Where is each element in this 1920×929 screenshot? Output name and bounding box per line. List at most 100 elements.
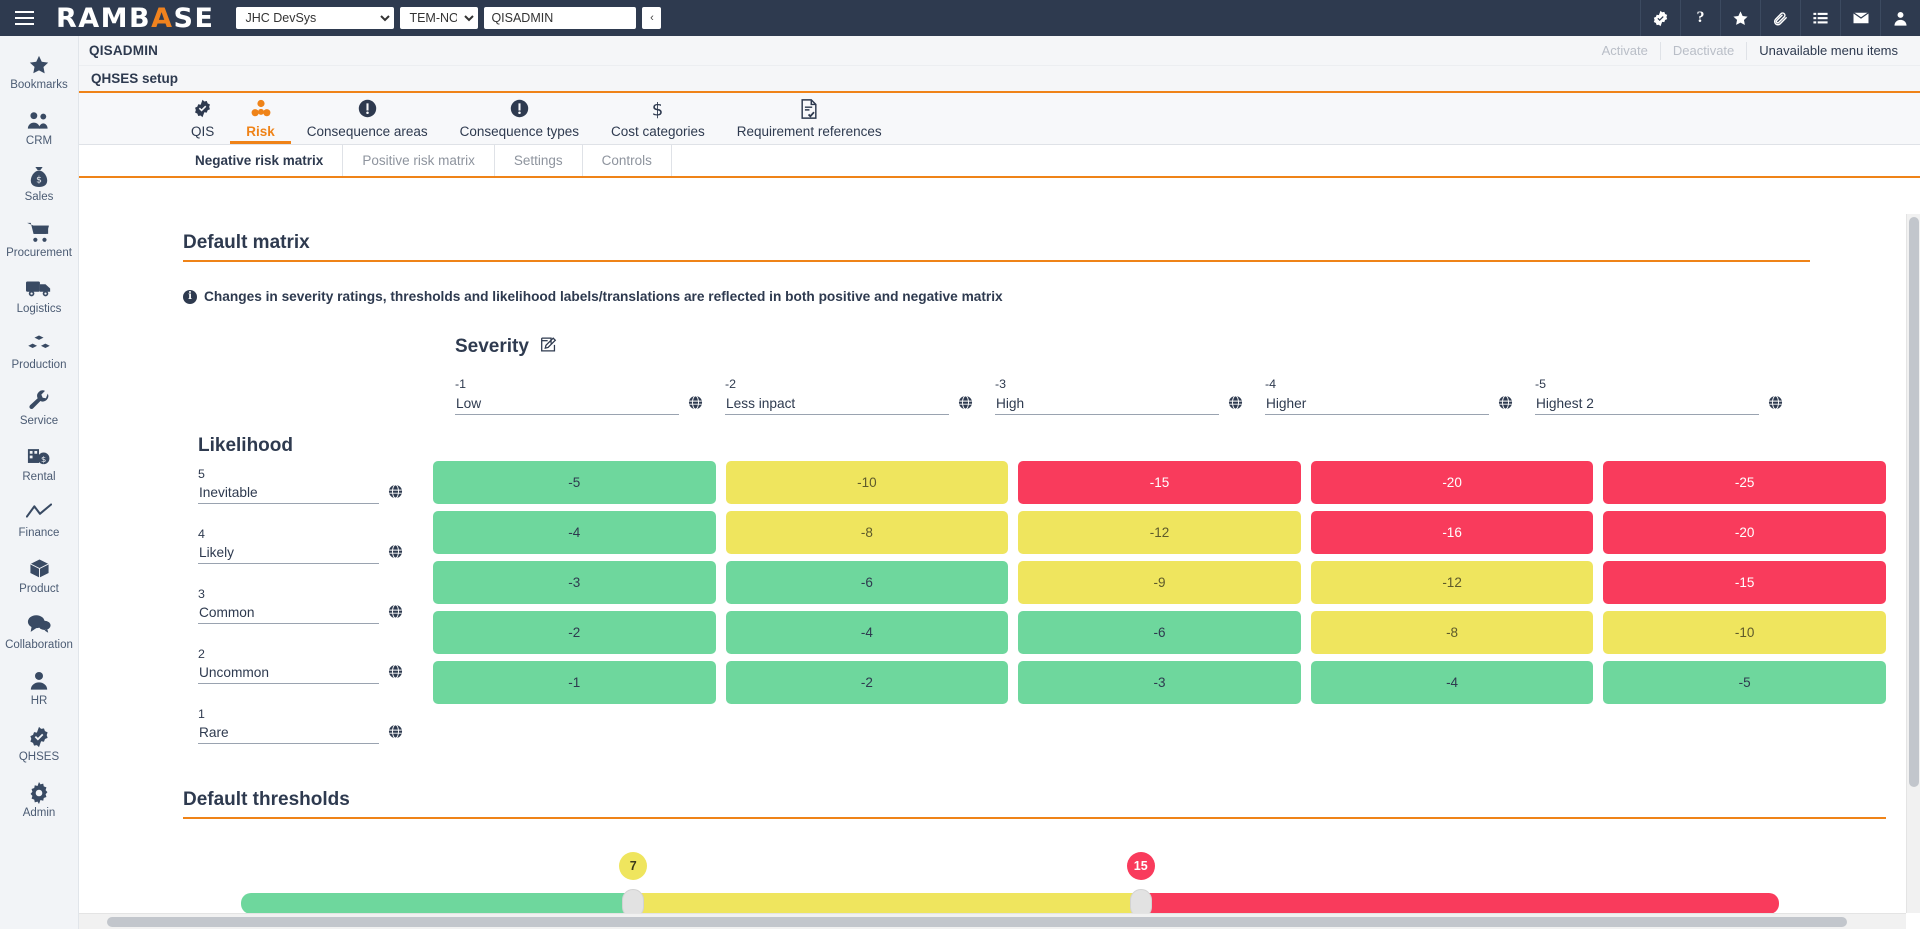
attachment-icon[interactable]	[1760, 0, 1800, 36]
sidebar-item-label: CRM	[26, 135, 52, 147]
chat-icon	[27, 614, 51, 636]
risk-matrix-cell[interactable]: -15	[1603, 561, 1886, 604]
user-icon[interactable]	[1880, 0, 1920, 36]
high-threshold-handle[interactable]	[1130, 889, 1152, 913]
risk-matrix-cell[interactable]: -16	[1311, 511, 1594, 554]
main-area: QISADMIN Activate Deactivate Unavailable…	[79, 36, 1920, 929]
sidebar-item-label: QHSES	[19, 751, 59, 763]
company-select[interactable]: TEM-NO	[400, 7, 478, 29]
risk-matrix-cell[interactable]: -20	[1311, 461, 1594, 504]
tab-consequence-areas[interactable]: Consequence areas	[291, 92, 444, 144]
deactivate-button[interactable]: Deactivate	[1661, 42, 1747, 60]
severity-input[interactable]	[725, 394, 949, 415]
risk-matrix-cell[interactable]: -5	[433, 461, 716, 504]
globe-icon[interactable]	[388, 604, 403, 624]
risk-matrix-cell[interactable]: -12	[1018, 511, 1301, 554]
sidebar-item-crm[interactable]: CRM	[0, 100, 78, 156]
brand-accent: A	[151, 3, 173, 34]
risk-matrix-cell[interactable]: -3	[1018, 661, 1301, 704]
sidebar-item-hr[interactable]: HR	[0, 660, 78, 716]
globe-icon[interactable]	[1498, 395, 1513, 415]
edit-pencil-icon[interactable]	[540, 336, 557, 358]
list-icon[interactable]	[1800, 0, 1840, 36]
sidebar-item-product[interactable]: Product	[0, 548, 78, 604]
tab-qis[interactable]: QIS	[175, 92, 230, 144]
risk-matrix-cell[interactable]: -8	[726, 511, 1009, 554]
activate-button[interactable]: Activate	[1590, 42, 1661, 60]
tab-risk[interactable]: Risk	[230, 92, 291, 144]
globe-icon[interactable]	[1228, 395, 1243, 415]
risk-matrix-cell[interactable]: -6	[1018, 611, 1301, 654]
sidebar-item-admin[interactable]: Admin	[0, 772, 78, 828]
risk-matrix-cell[interactable]: -2	[726, 661, 1009, 704]
vertical-scrollbar-thumb[interactable]	[1909, 217, 1919, 787]
collapse-button[interactable]: ‹	[642, 7, 661, 29]
risk-matrix-cell[interactable]: -4	[726, 611, 1009, 654]
sidebar-item-collaboration[interactable]: Collaboration	[0, 604, 78, 660]
risk-matrix-cell[interactable]: -1	[433, 661, 716, 704]
horizontal-scrollbar[interactable]	[79, 913, 1906, 929]
sidebar-item-logistics[interactable]: Logistics	[0, 268, 78, 324]
system-select[interactable]: JHC DevSys	[236, 7, 394, 29]
severity-input[interactable]	[1535, 394, 1759, 415]
sidebar-item-bookmarks[interactable]: Bookmarks	[0, 44, 78, 100]
risk-matrix-cell[interactable]: -2	[433, 611, 716, 654]
sidebar-item-sales[interactable]: $ Sales	[0, 156, 78, 212]
globe-icon[interactable]	[388, 484, 403, 504]
threshold-slider: 7 15	[183, 845, 1886, 913]
risk-matrix-cell[interactable]: -10	[726, 461, 1009, 504]
unavailable-menu-items-button[interactable]: Unavailable menu items	[1747, 42, 1910, 60]
risk-matrix-cell[interactable]: -15	[1018, 461, 1301, 504]
subtab-positive-risk-matrix[interactable]: Positive risk matrix	[343, 145, 495, 176]
verified-icon[interactable]	[1640, 0, 1680, 36]
risk-matrix-cell[interactable]: -4	[433, 511, 716, 554]
severity-input[interactable]	[455, 394, 679, 415]
risk-matrix-cell[interactable]: -10	[1603, 611, 1886, 654]
tab-requirement-references[interactable]: Requirement references	[721, 92, 898, 144]
likelihood-title: Likelihood	[198, 435, 433, 457]
subtab-controls[interactable]: Controls	[583, 145, 672, 176]
globe-icon[interactable]	[958, 395, 973, 415]
exclamation-circle-icon	[358, 99, 377, 119]
risk-matrix-cell[interactable]: -9	[1018, 561, 1301, 604]
severity-input[interactable]	[1265, 394, 1489, 415]
likelihood-input[interactable]	[198, 723, 379, 744]
risk-matrix-cell[interactable]: -12	[1311, 561, 1594, 604]
low-threshold-handle[interactable]	[622, 889, 644, 913]
likelihood-input[interactable]	[198, 483, 379, 504]
risk-matrix-cell[interactable]: -3	[433, 561, 716, 604]
subtab-settings[interactable]: Settings	[495, 145, 583, 176]
sidebar-item-production[interactable]: Production	[0, 324, 78, 380]
search-input[interactable]	[484, 7, 636, 29]
globe-icon[interactable]	[388, 724, 403, 744]
menu-hamburger-icon[interactable]	[0, 0, 48, 36]
risk-matrix-cell[interactable]: -5	[1603, 661, 1886, 704]
tab-consequence-types[interactable]: Consequence types	[444, 92, 595, 144]
sidebar-item-procurement[interactable]: Procurement	[0, 212, 78, 268]
risk-matrix-cell[interactable]: -8	[1311, 611, 1594, 654]
sidebar-item-service[interactable]: Service	[0, 380, 78, 436]
globe-icon[interactable]	[1768, 395, 1783, 415]
likelihood-input[interactable]	[198, 603, 379, 624]
horizontal-scrollbar-thumb[interactable]	[107, 917, 1847, 927]
globe-icon[interactable]	[688, 395, 703, 415]
help-icon[interactable]: ?	[1680, 0, 1720, 36]
risk-matrix-cell[interactable]: -4	[1311, 661, 1594, 704]
sidebar-item-qhses[interactable]: QHSES	[0, 716, 78, 772]
mail-icon[interactable]	[1840, 0, 1880, 36]
risk-matrix-cell[interactable]: -25	[1603, 461, 1886, 504]
sidebar-item-finance[interactable]: Finance	[0, 492, 78, 548]
severity-input[interactable]	[995, 394, 1219, 415]
slider-track[interactable]	[241, 893, 1779, 913]
star-icon[interactable]	[1720, 0, 1760, 36]
risk-matrix-cell[interactable]: -6	[726, 561, 1009, 604]
vertical-scrollbar[interactable]	[1906, 214, 1920, 913]
tab-cost-categories[interactable]: $ Cost categories	[595, 92, 721, 144]
sidebar-item-rental[interactable]: $ Rental	[0, 436, 78, 492]
likelihood-input[interactable]	[198, 663, 379, 684]
globe-icon[interactable]	[388, 664, 403, 684]
likelihood-input[interactable]	[198, 543, 379, 564]
subtab-negative-risk-matrix[interactable]: Negative risk matrix	[176, 145, 343, 176]
globe-icon[interactable]	[388, 544, 403, 564]
risk-matrix-cell[interactable]: -20	[1603, 511, 1886, 554]
